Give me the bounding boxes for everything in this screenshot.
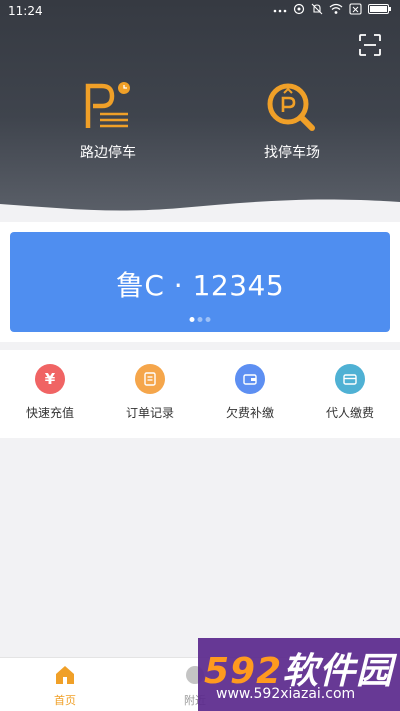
carousel-dot	[197, 317, 203, 322]
street-parking-button[interactable]: 路边停车	[48, 80, 168, 162]
nav-home-label: 首页	[54, 694, 76, 707]
arrears-payment-button[interactable]: 欠费补缴	[200, 350, 300, 438]
pay-for-others-button[interactable]: 代人缴费	[300, 350, 400, 438]
header: 11:24 路边停车 找停车场	[0, 0, 400, 212]
home-icon	[54, 666, 76, 689]
street-parking-icon	[48, 80, 168, 132]
sim-icon	[349, 3, 362, 15]
order-records-button[interactable]: 订单记录	[100, 350, 200, 438]
scan-icon[interactable]	[358, 33, 382, 57]
quick-actions: ¥ 快速充值 订单记录 欠费补缴 代人缴费	[0, 350, 400, 438]
order-records-label: 订单记录	[125, 406, 174, 420]
arrears-payment-label: 欠费补缴	[225, 406, 274, 420]
plate-number: 鲁C · 12345	[115, 269, 285, 302]
carousel-dot	[205, 317, 211, 322]
quick-recharge-label: 快速充值	[25, 406, 74, 420]
plate-carousel: 鲁C · 12345	[0, 222, 400, 342]
nav-home[interactable]: 首页	[0, 658, 130, 711]
more-dots-icon	[273, 3, 287, 15]
card-icon	[335, 364, 365, 394]
pay-for-others-label: 代人缴费	[325, 406, 374, 420]
carousel-dot	[189, 317, 195, 322]
find-parking-lot-icon	[232, 80, 352, 132]
status-bar: 11:24	[0, 0, 400, 24]
location-icon	[293, 3, 305, 15]
find-parking-lot-label: 找停车场	[264, 145, 320, 161]
wifi-icon	[329, 3, 343, 15]
watermark: 592软件园 www.592xiazai.com	[198, 638, 400, 711]
battery-icon	[368, 3, 392, 15]
list-icon	[135, 364, 165, 394]
find-parking-lot-button[interactable]: 找停车场	[232, 80, 352, 162]
status-time: 11:24	[8, 4, 43, 18]
license-plate-card[interactable]: 鲁C · 12345	[10, 232, 390, 332]
yen-icon: ¥	[35, 364, 65, 394]
quick-recharge-button[interactable]: ¥ 快速充值	[0, 350, 100, 438]
header-wave-divider	[0, 199, 400, 212]
watermark-url: www.592xiazai.com	[216, 686, 356, 702]
mute-icon	[311, 3, 323, 15]
wallet-icon	[235, 364, 265, 394]
carousel-indicator	[189, 317, 211, 322]
street-parking-label: 路边停车	[80, 145, 136, 161]
status-icons	[273, 3, 392, 15]
